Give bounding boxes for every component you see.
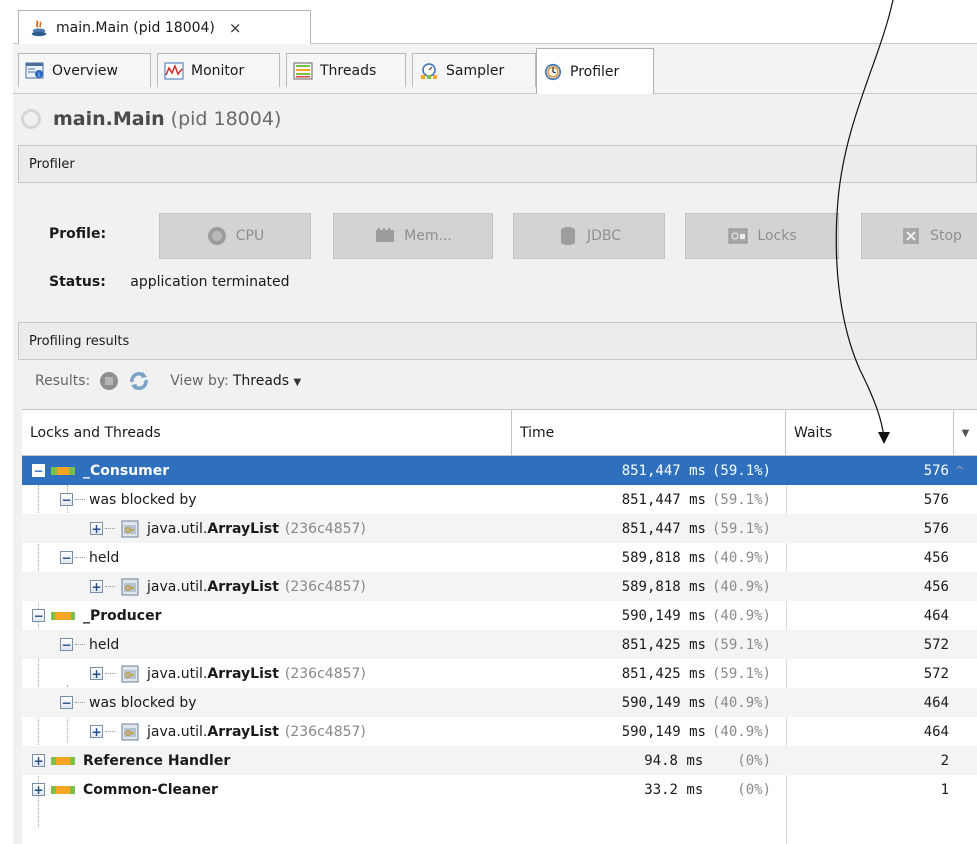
document-tab-title: main.Main (pid 18004) — [56, 20, 215, 36]
status-circle-icon — [21, 109, 41, 129]
results-table: Locks and Threads Time Waits ▼ − _Consum… — [22, 409, 977, 844]
overview-icon: i — [25, 62, 44, 79]
table-header: Locks and Threads Time Waits ▼ — [22, 410, 977, 456]
column-header-locks-threads[interactable]: Locks and Threads — [22, 410, 512, 456]
results-toolbar: Results: View by: Threads ▼ — [35, 370, 301, 392]
table-row[interactable]: − _Producer 590,149 ms (40.9%) 464 — [22, 601, 977, 630]
results-label: Results: — [35, 373, 91, 389]
lock-icon — [121, 578, 139, 595]
refresh-icon[interactable] — [128, 370, 150, 392]
table-row[interactable]: − held 589,818 ms (40.9%) 456 — [22, 543, 977, 572]
app-pid: (pid 18004) — [170, 108, 282, 130]
expand-icon[interactable]: + — [90, 667, 103, 680]
expand-icon[interactable]: + — [32, 783, 45, 796]
monitor-icon — [164, 62, 184, 79]
close-tab-icon[interactable]: × — [229, 19, 242, 37]
cpu-button[interactable]: CPU — [159, 213, 311, 259]
document-tab-bar: main.Main (pid 18004) × — [13, 0, 977, 45]
profile-label: Profile: — [49, 226, 107, 242]
tab-overview[interactable]: i Overview — [18, 53, 151, 87]
view-tabs: i Overview Monitor Threads Sampler Profi… — [13, 44, 977, 94]
column-header-time[interactable]: Time — [512, 410, 786, 456]
table-row[interactable]: + Common-Cleaner 33.2 ms (0%) 1 — [22, 775, 977, 804]
dropdown-arrow-icon: ▼ — [293, 377, 302, 388]
profiler-window: main.Main (pid 18004) × i Overview Monit… — [13, 0, 977, 844]
profiler-section-header[interactable]: Profiler — [18, 145, 977, 183]
table-row[interactable]: + java.util. ArrayList (236c4857) 851,447 … — [22, 514, 977, 543]
expand-icon[interactable]: + — [32, 754, 45, 767]
document-tab[interactable]: main.Main (pid 18004) × — [18, 10, 311, 45]
status-label: Status: — [49, 274, 106, 290]
locks-icon — [728, 228, 748, 244]
table-row[interactable]: − _Consumer 851,447 ms (59.1%) 576 — [22, 456, 977, 485]
table-row[interactable]: − was blocked by 851,447 ms (59.1%) 576 — [22, 485, 977, 514]
status-value: application terminated — [130, 274, 290, 290]
lock-icon — [121, 665, 139, 682]
table-row[interactable]: + java.util. ArrayList (236c4857) 851,425 … — [22, 659, 977, 688]
jdbc-button[interactable]: JDBC — [513, 213, 665, 259]
lock-icon — [121, 520, 139, 537]
table-row[interactable]: + java.util. ArrayList (236c4857) 590,149 … — [22, 717, 977, 746]
tab-monitor[interactable]: Monitor — [157, 53, 280, 87]
scroll-up-icon[interactable]: ^ — [955, 464, 964, 477]
lock-icon — [121, 723, 139, 740]
tab-sampler[interactable]: Sampler — [412, 53, 536, 87]
thread-icon — [51, 611, 75, 620]
stop-button[interactable]: Stop — [861, 213, 977, 259]
page-title: main.Main (pid 18004) — [21, 108, 281, 130]
table-row[interactable]: − was blocked by 590,149 ms (40.9%) 464 — [22, 688, 977, 717]
cpu-icon — [207, 227, 226, 245]
table-row[interactable]: − held 851,425 ms (59.1%) 572 — [22, 630, 977, 659]
view-by-value: Threads — [232, 373, 290, 389]
locks-button[interactable]: Locks — [685, 213, 839, 259]
database-icon — [560, 227, 575, 245]
collapse-icon[interactable]: − — [60, 493, 73, 506]
expand-icon[interactable]: + — [90, 522, 103, 535]
expand-icon[interactable]: + — [90, 725, 103, 738]
memory-button[interactable]: Mem... — [333, 213, 493, 259]
collapse-icon[interactable]: − — [60, 696, 73, 709]
collapse-icon[interactable]: − — [32, 609, 45, 622]
column-selector-icon[interactable]: ▼ — [954, 410, 977, 456]
results-section-header[interactable]: Profiling results — [18, 322, 977, 360]
sampler-icon — [421, 62, 437, 79]
status-row: Status: application terminated — [49, 274, 290, 290]
expand-icon[interactable]: + — [90, 580, 103, 593]
profile-controls: Profile: CPU Mem... JDBC Locks Stop — [37, 213, 977, 259]
thread-icon — [51, 756, 75, 765]
table-row[interactable]: + java.util. ArrayList (236c4857) 589,818 … — [22, 572, 977, 601]
thread-icon — [51, 785, 75, 794]
take-snapshot-icon[interactable] — [98, 370, 120, 392]
tab-threads[interactable]: Threads — [286, 53, 406, 87]
memory-icon — [376, 228, 395, 242]
view-by-dropdown[interactable]: View by: Threads ▼ — [170, 373, 301, 389]
threads-icon — [293, 62, 313, 79]
tab-profiler[interactable]: Profiler — [536, 48, 654, 94]
table-row[interactable]: + Reference Handler 94.8 ms (0%) 2 — [22, 746, 977, 775]
thread-icon — [51, 466, 75, 475]
collapse-icon[interactable]: − — [60, 551, 73, 564]
collapse-icon[interactable]: − — [32, 464, 45, 477]
stop-icon — [903, 228, 920, 244]
app-name: main.Main — [53, 108, 165, 130]
collapse-icon[interactable]: − — [60, 638, 73, 651]
java-app-icon — [31, 20, 47, 37]
column-header-waits[interactable]: Waits — [786, 410, 954, 456]
profiler-icon — [544, 63, 562, 80]
